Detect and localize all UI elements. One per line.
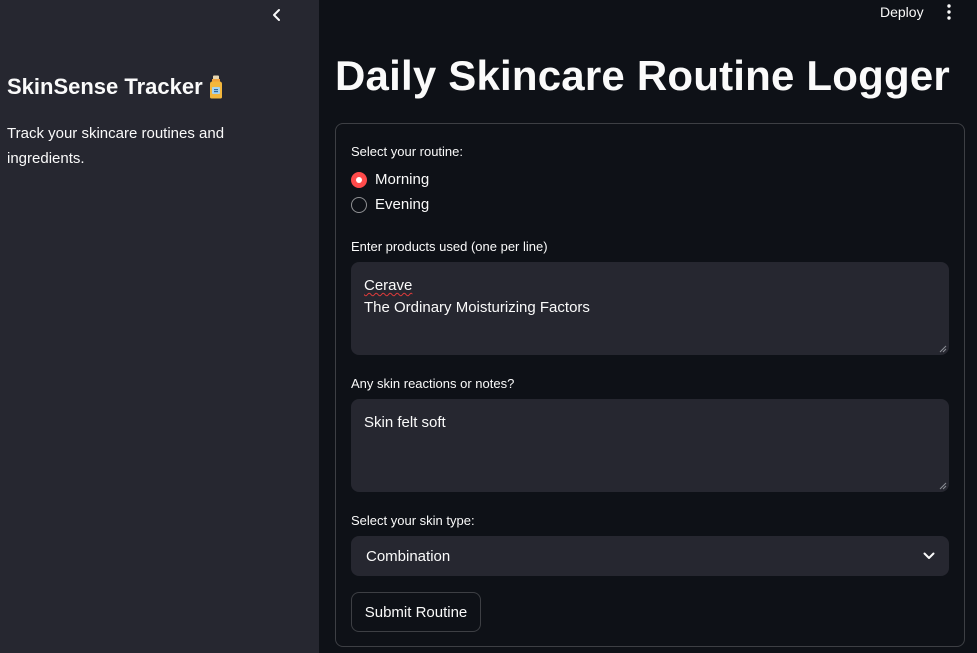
radio-option-morning[interactable]: Morning — [351, 171, 429, 188]
vertical-dots-icon — [947, 4, 951, 20]
notes-label: Any skin reactions or notes? — [351, 376, 515, 391]
sidebar-description: Track your skincare routines and ingredi… — [7, 125, 225, 167]
routine-form: Select your routine: Morning Evening Ent… — [335, 123, 965, 647]
products-line: The Ordinary Moisturizing Factors — [364, 299, 590, 316]
collapse-sidebar-button[interactable] — [266, 4, 288, 26]
main-menu-button[interactable] — [939, 2, 959, 22]
lotion-bottle-icon — [209, 75, 222, 99]
skin-type-value: Combination — [366, 547, 451, 565]
skin-type-label: Select your skin type: — [351, 513, 475, 528]
radio-option-evening[interactable]: Evening — [351, 196, 429, 213]
resize-grip-icon[interactable] — [939, 482, 947, 490]
sidebar-title: SkinSense Tracker — [7, 74, 225, 100]
products-line: Cerave — [364, 277, 413, 294]
submit-routine-button[interactable]: Submit Routine — [351, 592, 481, 632]
notes-value: Skin felt soft — [364, 414, 446, 431]
resize-grip-icon[interactable] — [939, 345, 947, 353]
radio-unchecked-icon — [351, 196, 367, 213]
products-label: Enter products used (one per line) — [351, 239, 548, 254]
routine-label: Select your routine: — [351, 144, 464, 159]
notes-textarea[interactable]: Skin felt soft — [351, 399, 949, 492]
sidebar: SkinSense Tracker Track your skincare ro… — [0, 0, 319, 653]
skin-type-select[interactable]: Combination — [351, 536, 949, 576]
sidebar-title-text: SkinSense Tracker — [7, 74, 203, 99]
chevron-left-icon — [273, 9, 280, 21]
radio-label-evening: Evening — [375, 196, 430, 213]
chevron-down-icon — [923, 552, 935, 559]
page-title: Daily Skincare Routine Logger — [335, 52, 950, 99]
products-textarea[interactable]: Cerave The Ordinary Moisturizing Factors — [351, 262, 949, 355]
radio-label-morning: Morning — [375, 171, 430, 188]
radio-checked-icon — [351, 171, 367, 188]
deploy-button[interactable]: Deploy — [872, 2, 932, 22]
